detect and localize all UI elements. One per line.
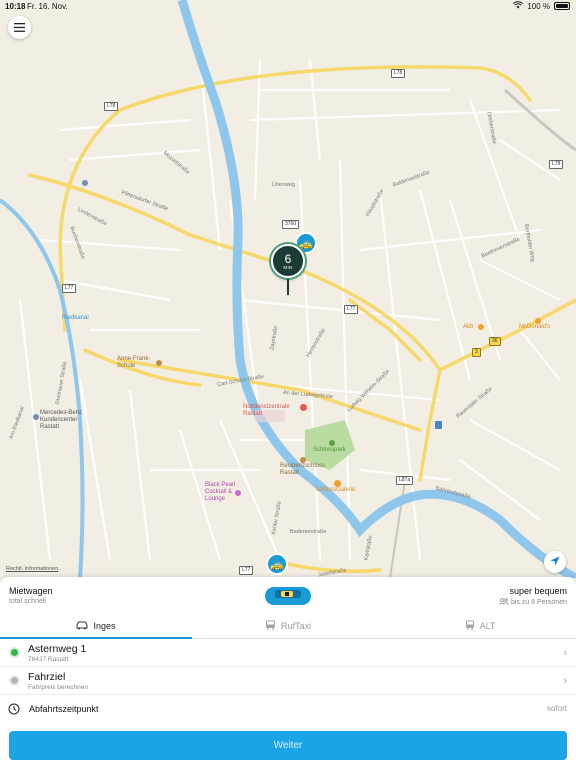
- hamburger-icon: [14, 19, 25, 37]
- pickup-dot-icon: [11, 649, 18, 656]
- taxi-icon: 🚕: [266, 553, 288, 575]
- car-icon: [76, 621, 88, 632]
- legal-link[interactable]: Rechtl. Informationen: [6, 566, 58, 572]
- pickup-address-row[interactable]: Asternweg 1 76437 Rastatt ›: [0, 639, 576, 667]
- poi-schlossgalerie[interactable]: SchlossGalerie: [315, 487, 355, 493]
- road-shield: L78: [391, 69, 406, 78]
- service-left-title: Mietwagen: [9, 586, 53, 596]
- info-icon: [82, 180, 88, 186]
- road-shield: 36: [489, 337, 501, 346]
- road-shield: L87a: [396, 476, 414, 485]
- service-left-subtitle: total schnell: [9, 598, 46, 605]
- status-time: 10:18: [5, 2, 26, 11]
- poi-anne-frank-label: Anne-Frank- Schule: [117, 356, 151, 369]
- road-shield: L77: [62, 284, 77, 293]
- bus-icon: [465, 620, 475, 632]
- status-date: Fr. 16. Nov.: [27, 2, 68, 11]
- booking-sheet: Mietwagen total schnell super bequem bis…: [0, 577, 576, 768]
- tab-inges[interactable]: Inges: [0, 614, 192, 639]
- destination-address-row[interactable]: Fahrziel Fahrpreis berechnen ›: [0, 667, 576, 695]
- street-label: Lilienweg: [272, 182, 295, 188]
- eta-unit: MIN: [283, 264, 293, 270]
- continue-button[interactable]: Weiter: [9, 731, 567, 760]
- destination-title: Fahrziel: [28, 671, 66, 683]
- service-icon: [33, 414, 39, 420]
- departure-value: sofort: [546, 704, 567, 713]
- menu-button[interactable]: [8, 16, 31, 39]
- tab-ruftaxi[interactable]: RufTaxi: [192, 614, 384, 638]
- bus-icon: [265, 620, 276, 632]
- wifi-icon: [513, 1, 524, 11]
- pickup-title: Asternweg 1: [28, 643, 87, 655]
- location-arrow-icon: [550, 553, 560, 571]
- car-icon: [273, 587, 303, 605]
- departure-label: Abfahrtszeitpunkt: [29, 704, 99, 714]
- departure-row[interactable]: Abfahrtszeitpunkt sofort: [0, 695, 576, 722]
- destination-dot-icon: [11, 677, 18, 684]
- bar-icon: [235, 490, 241, 496]
- pickup-subtitle: 76437 Rastatt: [28, 656, 69, 663]
- road-shield: L78: [549, 160, 564, 169]
- poi-aldi[interactable]: Aldi: [463, 324, 473, 330]
- people-icon: [499, 598, 509, 607]
- eta-value: 6: [284, 251, 292, 266]
- clock-icon: [8, 702, 20, 720]
- service-right[interactable]: super bequem bis zu 8 Personen: [499, 586, 567, 607]
- store-icon: [478, 324, 484, 330]
- destination-subtitle: Fahrpreis berechnen: [28, 684, 88, 691]
- chevron-right-icon: ›: [563, 647, 567, 659]
- tab-label: Inges: [93, 621, 116, 631]
- poi-schlosspark[interactable]: Schlosspark: [313, 447, 346, 453]
- map-view[interactable]: L78 L78 L78 L77 L77 L77 3760 L87a 3 36 P…: [0, 0, 576, 578]
- service-right-title: super bequem: [509, 586, 567, 596]
- eta-badge: 6 MIN: [271, 244, 305, 278]
- tab-alt[interactable]: ALT: [384, 614, 576, 638]
- service-selector[interactable]: Mietwagen total schnell super bequem bis…: [0, 577, 576, 614]
- poi-notdienst[interactable]: Notdienstzentrale Rastatt: [243, 404, 290, 418]
- taxi-marker[interactable]: 🚕: [266, 553, 288, 578]
- tab-label: ALT: [479, 621, 496, 631]
- restaurant-icon: [535, 318, 541, 324]
- service-right-subtitle: bis zu 8 Personen: [499, 598, 567, 607]
- hospital-icon: [300, 404, 307, 411]
- poi-riedkanal: Riedkanal: [62, 315, 89, 321]
- poi-mercedes[interactable]: Mercedes-Benz Kundencenter Rastatt: [40, 410, 82, 431]
- road-shield: L78: [104, 102, 119, 111]
- status-bar: 10:18 Fr. 16. Nov. 100 %: [0, 0, 576, 12]
- pin-stem: [287, 279, 289, 295]
- locate-me-button[interactable]: [544, 551, 566, 573]
- shopping-icon: [334, 480, 341, 487]
- chevron-right-icon: ›: [563, 675, 567, 687]
- road-shield: 3760: [282, 220, 300, 229]
- park-icon: [329, 440, 335, 446]
- tab-label: RufTaxi: [280, 621, 311, 631]
- provider-tabs: Inges RufTaxi ALT: [0, 614, 576, 639]
- vehicle-selector[interactable]: [265, 587, 311, 605]
- school-icon: [156, 360, 162, 366]
- poi-anne-frank[interactable]: Anne-Frank- Schule: [117, 356, 150, 370]
- transit-icon: [435, 421, 442, 429]
- road-shield: L77: [239, 566, 254, 575]
- capacity-label: bis zu 8 Personen: [510, 599, 567, 606]
- poi-mcdonalds[interactable]: McDonald's: [519, 324, 550, 330]
- road-shield: 3: [472, 348, 481, 357]
- status-right: 100 %: [513, 1, 570, 11]
- poi-black-pearl[interactable]: Black Pearl Cocktail & Lounge: [205, 482, 235, 503]
- poi-residenzschloss[interactable]: Residenzschloss Rastatt: [280, 463, 325, 477]
- service-left[interactable]: Mietwagen total schnell: [9, 586, 53, 605]
- battery-percent: 100 %: [527, 1, 550, 11]
- road-shield: L77: [344, 305, 359, 314]
- pickup-pin[interactable]: 6 MIN: [271, 244, 305, 296]
- street-label: Badenerstraße: [290, 529, 327, 535]
- battery-icon: [554, 2, 570, 10]
- landmark-icon: [300, 457, 306, 463]
